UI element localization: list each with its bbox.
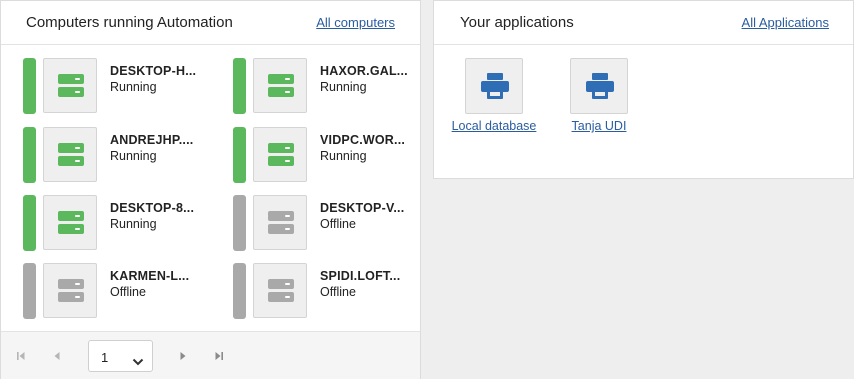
applications-panel: Your applications All Applications Local…: [433, 0, 854, 179]
next-page-icon[interactable]: [177, 350, 189, 362]
computer-name: KARMEN-L...: [110, 269, 190, 283]
status-indicator: [23, 195, 36, 251]
computer-card[interactable]: DESKTOP-8... Running: [23, 195, 213, 251]
computer-card[interactable]: SPIDI.LOFT... Offline: [233, 263, 423, 319]
printer-icon: [586, 73, 614, 104]
server-tile: [43, 127, 97, 182]
server-icon: [268, 211, 294, 235]
computer-status: Offline: [110, 285, 146, 299]
computer-name: DESKTOP-H...: [110, 64, 197, 78]
computer-status: Running: [110, 80, 157, 94]
computer-status: Offline: [320, 285, 356, 299]
server-tile: [253, 263, 307, 318]
computer-name: ANDREJHP....: [110, 133, 194, 147]
server-icon: [58, 279, 84, 303]
pagination-bar: 1: [1, 331, 420, 379]
server-icon: [58, 143, 84, 167]
page-number: 1: [101, 350, 109, 365]
panel-title: Computers running Automation: [26, 14, 233, 31]
app-tile: [570, 58, 628, 114]
computer-status: Running: [110, 217, 157, 231]
panel-title: Your applications: [460, 14, 574, 31]
computers-panel: Computers running Automation All compute…: [0, 0, 421, 379]
chevron-down-icon: [132, 353, 144, 371]
computer-card[interactable]: VIDPC.WOR... Running: [233, 127, 423, 183]
status-indicator: [23, 127, 36, 183]
all-applications-link[interactable]: All Applications: [742, 15, 829, 30]
computer-status: Running: [110, 149, 157, 163]
server-tile: [43, 263, 97, 318]
server-tile: [43, 195, 97, 250]
app-label[interactable]: Tanja UDI: [554, 117, 644, 136]
computer-status: Running: [320, 80, 367, 94]
server-tile: [43, 58, 97, 113]
server-icon: [58, 74, 84, 98]
computer-name: DESKTOP-V...: [320, 201, 405, 215]
app-tile: [465, 58, 523, 114]
printer-icon: [481, 73, 509, 104]
status-indicator: [23, 58, 36, 114]
computers-panel-header: Computers running Automation All compute…: [1, 1, 420, 45]
computer-card[interactable]: ANDREJHP.... Running: [23, 127, 213, 183]
status-indicator: [233, 195, 246, 251]
computer-card[interactable]: HAXOR.GAL... Running: [233, 58, 423, 114]
applications-panel-header: Your applications All Applications: [434, 1, 853, 45]
computer-name: HAXOR.GAL...: [320, 64, 408, 78]
computer-name: DESKTOP-8...: [110, 201, 195, 215]
server-icon: [268, 279, 294, 303]
page-select[interactable]: 1: [88, 340, 153, 372]
computer-status: Running: [320, 149, 367, 163]
status-indicator: [233, 58, 246, 114]
server-icon: [268, 143, 294, 167]
server-icon: [58, 211, 84, 235]
computer-name: VIDPC.WOR...: [320, 133, 406, 147]
server-tile: [253, 58, 307, 113]
last-page-icon[interactable]: [213, 350, 225, 362]
computer-card[interactable]: KARMEN-L... Offline: [23, 263, 213, 319]
server-tile: [253, 127, 307, 182]
app-label[interactable]: Local database: [449, 117, 539, 136]
all-computers-link[interactable]: All computers: [316, 15, 395, 30]
status-indicator: [233, 263, 246, 319]
previous-page-icon[interactable]: [51, 350, 63, 362]
status-indicator: [233, 127, 246, 183]
server-tile: [253, 195, 307, 250]
computer-card[interactable]: DESKTOP-V... Offline: [233, 195, 423, 251]
server-icon: [268, 74, 294, 98]
first-page-icon[interactable]: [15, 350, 27, 362]
status-indicator: [23, 263, 36, 319]
computer-name: SPIDI.LOFT...: [320, 269, 401, 283]
computer-status: Offline: [320, 217, 356, 231]
computer-card[interactable]: DESKTOP-H... Running: [23, 58, 213, 114]
